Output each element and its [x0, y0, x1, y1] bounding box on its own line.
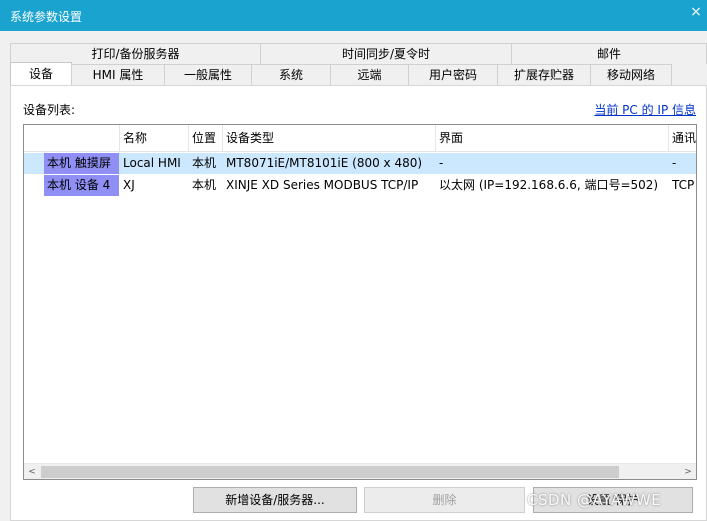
device-list-label: 设备列表: [23, 103, 76, 117]
table-row[interactable]: 本机 设备 4 XJ 本机 XINJE XD Series MODBUS TCP… [24, 175, 696, 196]
watermark: CSDN @AYAWWE [527, 491, 662, 509]
cell-device-type: MT8071iE/MT8101iE (800 x 480) [226, 156, 423, 170]
scroll-right-icon[interactable]: > [680, 464, 696, 479]
tab-time-sync-dst[interactable]: 时间同步/夏令时 [260, 43, 512, 64]
column-header-device-type[interactable]: 设备类型 [222, 125, 435, 152]
tab-row-upper: 打印/备份服务器 时间同步/夏令时 邮件 [10, 43, 707, 64]
cell-name: Local HMI [123, 156, 181, 170]
tab-general-properties[interactable]: 一般属性 [164, 64, 252, 85]
tab-row-lower: 设备 HMI 属性 一般属性 系统 远端 用户密码 扩展存贮器 移动网络 [10, 62, 707, 85]
tab-hmi-properties[interactable]: HMI 属性 [71, 64, 165, 85]
delete-button[interactable]: 删除 [364, 487, 525, 513]
tab-user-password[interactable]: 用户密码 [408, 64, 498, 85]
scrollbar-thumb[interactable] [41, 466, 619, 478]
cell-location: 本机 [192, 178, 217, 192]
close-icon[interactable]: × [689, 4, 703, 20]
column-header-communication[interactable]: 通讯 [668, 125, 696, 152]
tab-extended-memory[interactable]: 扩展存贮器 [497, 64, 591, 85]
column-header-name[interactable]: 名称 [119, 125, 188, 152]
scroll-left-icon[interactable]: < [24, 464, 40, 479]
cell-interface: - [439, 156, 444, 170]
table-row[interactable]: 本机 触摸屏 Local HMI 本机 MT8071iE/MT8101iE (8… [24, 153, 696, 174]
row-header[interactable]: 本机 设备 4 [44, 175, 119, 196]
tab-remote[interactable]: 远端 [330, 64, 409, 85]
cell-device-type: XINJE XD Series MODBUS TCP/IP [226, 178, 419, 192]
cell-location: 本机 [192, 156, 217, 170]
window-title: 系统参数设置 [10, 10, 83, 24]
tab-mobile-network[interactable]: 移动网络 [590, 64, 672, 85]
add-device-server-button[interactable]: 新增设备/服务器... [193, 487, 357, 513]
device-list[interactable]: 名称 位置 设备类型 界面 通讯 本机 触摸屏 Local HMI 本机 MT8… [23, 124, 697, 480]
title-bar: 系统参数设置 × [0, 0, 707, 31]
row-header[interactable]: 本机 触摸屏 [44, 153, 119, 174]
cell-communication: - [672, 156, 677, 170]
pc-ip-info-link[interactable]: 当前 PC 的 IP 信息 [594, 101, 696, 118]
cell-interface: 以太网 (IP=192.168.6.6, 端口号=502) [439, 178, 659, 192]
cell-name: XJ [123, 178, 135, 192]
column-header-location[interactable]: 位置 [188, 125, 222, 152]
horizontal-scrollbar[interactable]: < > [24, 463, 696, 479]
column-header-interface[interactable]: 界面 [435, 125, 668, 152]
tab-email[interactable]: 邮件 [511, 43, 707, 64]
tab-device[interactable]: 设备 [10, 62, 72, 85]
tab-system[interactable]: 系统 [251, 64, 331, 85]
tab-print-backup-server[interactable]: 打印/备份服务器 [10, 43, 261, 64]
cell-communication: TCP [672, 178, 695, 192]
device-list-header: 名称 位置 设备类型 界面 通讯 [24, 125, 696, 152]
